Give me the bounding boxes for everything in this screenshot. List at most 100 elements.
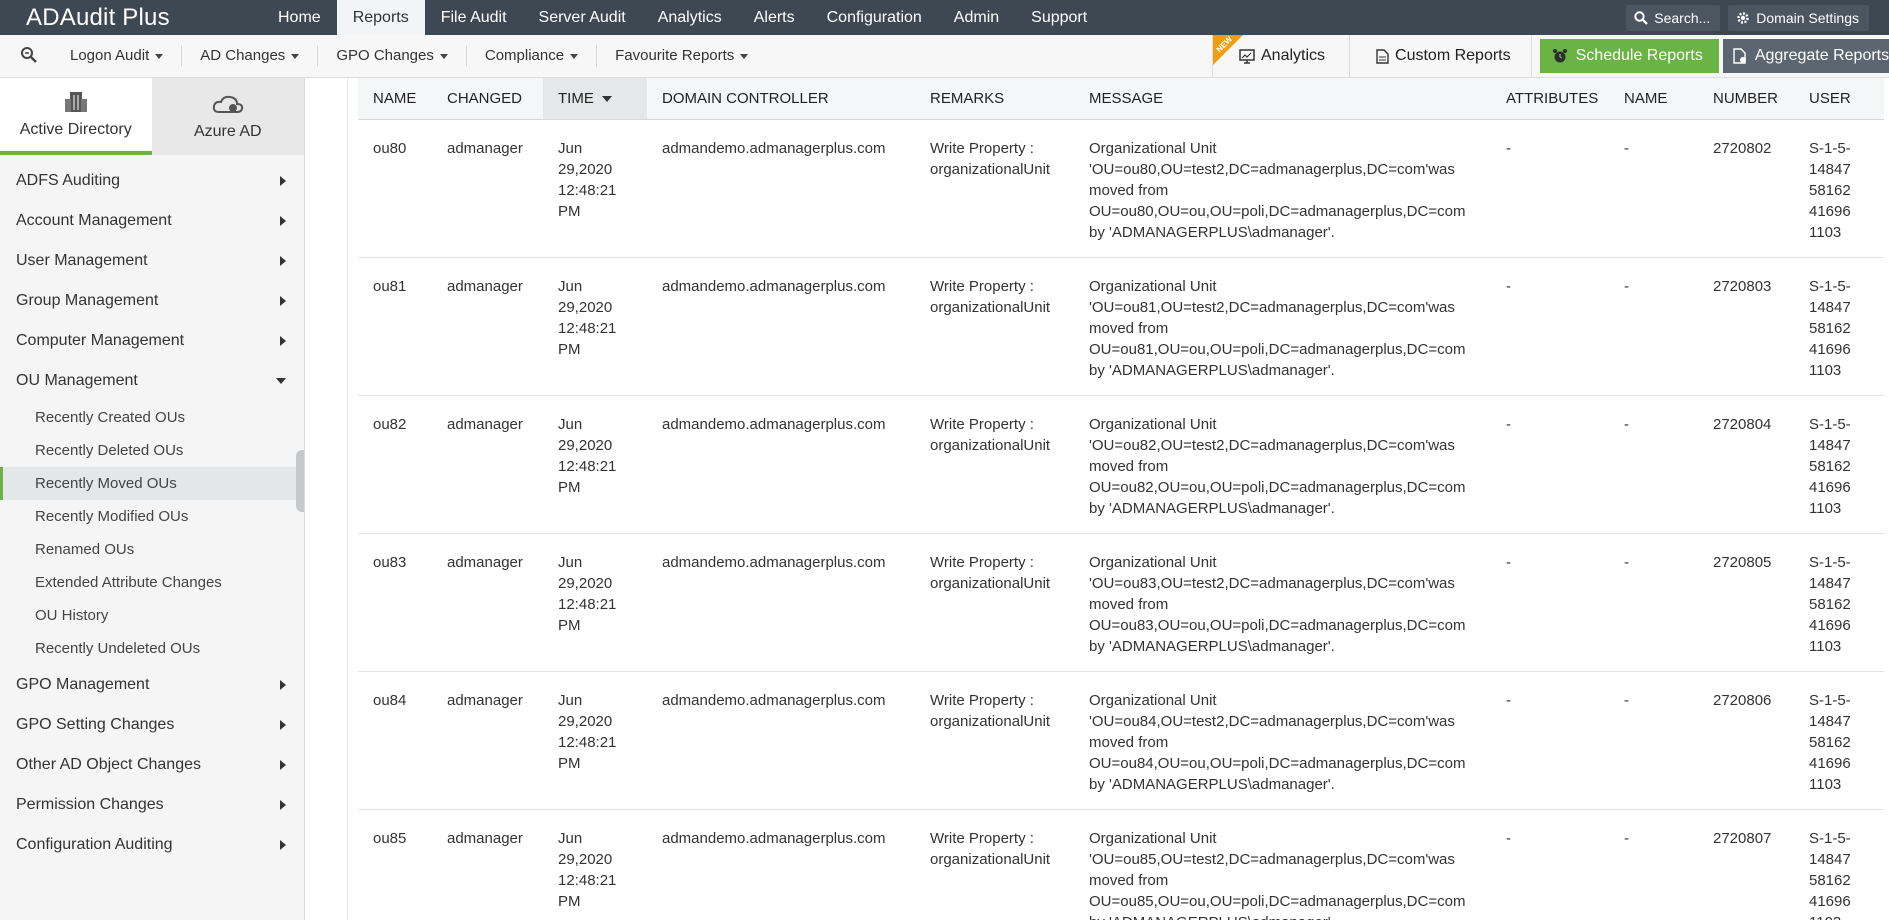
sidebar-item-label: Configuration Auditing bbox=[16, 836, 173, 853]
topnav-support[interactable]: Support bbox=[1015, 0, 1103, 35]
sidebar-subitem-recently-moved-ous[interactable]: Recently Moved OUs bbox=[0, 467, 304, 500]
chevron-right-icon bbox=[280, 760, 286, 770]
sidebar-item-permission-changes[interactable]: Permission Changes bbox=[0, 785, 304, 825]
sidebar-item-gpo-management[interactable]: GPO Management bbox=[0, 665, 304, 705]
topnav-analytics[interactable]: Analytics bbox=[642, 0, 738, 35]
subnav-ad-changes[interactable]: AD Changes bbox=[182, 45, 319, 67]
cell-time-line: 12:48:21 bbox=[558, 871, 617, 889]
sidebar-subitem-recently-deleted-ous[interactable]: Recently Deleted OUs bbox=[0, 434, 304, 467]
column-header-name-2[interactable]: NAME bbox=[1609, 78, 1698, 120]
cell-user-line: 1103 bbox=[1809, 775, 1842, 793]
column-header-message[interactable]: MESSAGE bbox=[1074, 78, 1491, 120]
report-content: NAME CHANGED TIME DOMAIN CONTROLLER REMA… bbox=[305, 78, 1889, 920]
sidebar-subitem-extended-attribute-changes[interactable]: Extended Attribute Changes bbox=[0, 566, 304, 599]
table-row[interactable]: ou84 admanager Jun 29,2020 12:48:21 PM admande… bbox=[358, 671, 1884, 810]
column-header-time[interactable]: TIME bbox=[543, 78, 647, 120]
subbar-right: NEW Analytics Custom Reports Schedule Re… bbox=[1212, 35, 1889, 77]
column-header-changed[interactable]: CHANGED bbox=[432, 78, 543, 120]
topnav-server-audit[interactable]: Server Audit bbox=[523, 0, 642, 35]
analytics-button[interactable]: NEW Analytics bbox=[1212, 35, 1351, 77]
cell-time-line: PM bbox=[558, 478, 581, 496]
topbar-right: Search... Domain Settings bbox=[1626, 5, 1869, 31]
cell-user-line: 14847 bbox=[1809, 298, 1851, 316]
sub-bar: Logon Audit AD Changes GPO Changes Compl… bbox=[0, 35, 1889, 78]
cell-time: Jun 29,2020 12:48:21 PM bbox=[543, 257, 647, 396]
cell-user-line: 1103 bbox=[1809, 361, 1842, 379]
cell-time-line: 29,2020 bbox=[558, 574, 613, 592]
cell-message: Organizational Unit 'OU=ou82,OU=test2,DC=… bbox=[1074, 395, 1491, 534]
cell-domain-controller: admandemo.admanagerplus.com bbox=[647, 119, 915, 258]
table-row[interactable]: ou80 admanager Jun 29,2020 12:48:21 PM admande… bbox=[358, 119, 1884, 258]
cell-user-line: 41696 bbox=[1809, 340, 1851, 358]
subnav-gpo-changes[interactable]: GPO Changes bbox=[318, 45, 467, 67]
cell-attributes: - bbox=[1491, 119, 1609, 258]
report-search-button[interactable] bbox=[20, 46, 38, 69]
sidebar-item-computer-management[interactable]: Computer Management bbox=[0, 321, 304, 361]
cell-name: ou84 bbox=[358, 671, 432, 810]
sidebar-item-gpo-setting-changes[interactable]: GPO Setting Changes bbox=[0, 705, 304, 745]
cell-message-line: OU=ou84,OU=ou,OU=poli,DC=admanagerplus,D… bbox=[1089, 754, 1466, 772]
cell-user-line: 14847 bbox=[1809, 850, 1851, 868]
table-row[interactable]: ou85 admanager Jun 29,2020 12:48:21 PM admande… bbox=[358, 809, 1884, 920]
custom-reports-button[interactable]: Custom Reports bbox=[1350, 35, 1532, 77]
tab-azure-ad[interactable]: Azure AD bbox=[151, 78, 304, 155]
topnav-home[interactable]: Home bbox=[262, 0, 337, 35]
cell-time-line: Jun bbox=[558, 277, 583, 295]
table-row[interactable]: ou82 admanager Jun 29,2020 12:48:21 PM admande… bbox=[358, 395, 1884, 534]
cell-message-line: 'OU=ou80,OU=test2,DC=admanagerplus,DC=co… bbox=[1089, 160, 1455, 178]
sidebar-item-configuration-auditing[interactable]: Configuration Auditing bbox=[0, 825, 304, 865]
cell-message-line: Organizational Unit bbox=[1089, 553, 1217, 571]
sidebar-item-ou-management[interactable]: OU Management bbox=[0, 361, 304, 401]
cell-remarks-line: Write Property : bbox=[930, 691, 1034, 709]
cell-remarks-line: organizationalUnit bbox=[930, 160, 1051, 178]
column-header-attributes[interactable]: ATTRIBUTES bbox=[1491, 78, 1609, 120]
sidebar-subitem-recently-modified-ous[interactable]: Recently Modified OUs bbox=[0, 500, 304, 533]
gear-icon bbox=[1737, 12, 1750, 24]
cell-time: Jun 29,2020 12:48:21 PM bbox=[543, 533, 647, 672]
column-header-user[interactable]: USER bbox=[1794, 78, 1884, 120]
topnav-alerts[interactable]: Alerts bbox=[738, 0, 811, 35]
sidebar-subitem-recently-created-ous[interactable]: Recently Created OUs bbox=[0, 401, 304, 434]
column-header-number[interactable]: NUMBER bbox=[1698, 78, 1794, 120]
topnav-file-audit[interactable]: File Audit bbox=[425, 0, 523, 35]
cell-user: S-1-5- 14847 58162 41696 1103 bbox=[1794, 257, 1884, 396]
sidebar-item-account-management[interactable]: Account Management bbox=[0, 201, 304, 241]
table-row[interactable]: ou81 admanager Jun 29,2020 12:48:21 PM admande… bbox=[358, 257, 1884, 396]
column-header-name[interactable]: NAME bbox=[358, 78, 432, 120]
chevron-right-icon bbox=[280, 296, 286, 306]
topnav-configuration[interactable]: Configuration bbox=[811, 0, 938, 35]
cell-message-line: 'OU=ou82,OU=test2,DC=admanagerplus,DC=co… bbox=[1089, 436, 1455, 454]
sidebar-item-adfs-auditing[interactable]: ADFS Auditing bbox=[0, 161, 304, 201]
column-header-domain-controller[interactable]: DOMAIN CONTROLLER bbox=[647, 78, 915, 120]
sidebar-item-group-management[interactable]: Group Management bbox=[0, 281, 304, 321]
topnav-reports[interactable]: Reports bbox=[336, 0, 425, 35]
sidebar-item-label: GPO Management bbox=[16, 676, 150, 693]
cell-user-line: 1103 bbox=[1809, 499, 1842, 517]
cell-remarks-line: Write Property : bbox=[930, 139, 1034, 157]
sidebar-collapse-handle[interactable] bbox=[296, 450, 304, 512]
sidebar-item-user-management[interactable]: User Management bbox=[0, 241, 304, 281]
topnav-admin[interactable]: Admin bbox=[938, 0, 1015, 35]
search-icon bbox=[1634, 11, 1649, 25]
column-header-remarks[interactable]: REMARKS bbox=[915, 78, 1074, 120]
sidebar-subitem-ou-history[interactable]: OU History bbox=[0, 599, 304, 632]
cell-domain-controller: admandemo.admanagerplus.com bbox=[647, 533, 915, 672]
subnav-favourite-reports[interactable]: Favourite Reports bbox=[597, 45, 766, 67]
app-brand[interactable]: ADAudit Plus bbox=[26, 4, 170, 32]
sidebar-item-other-ad-object-changes[interactable]: Other AD Object Changes bbox=[0, 745, 304, 785]
cell-time-line: 29,2020 bbox=[558, 850, 613, 868]
cell-user: S-1-5- 14847 58162 41696 1103 bbox=[1794, 671, 1884, 810]
subnav-compliance[interactable]: Compliance bbox=[467, 45, 598, 67]
cell-remarks: Write Property : organizationalUnit bbox=[915, 257, 1074, 396]
subnav-logon-audit[interactable]: Logon Audit bbox=[52, 45, 183, 67]
sidebar-subitem-renamed-ous[interactable]: Renamed OUs bbox=[0, 533, 304, 566]
table-row[interactable]: ou83 admanager Jun 29,2020 12:48:21 PM admande… bbox=[358, 533, 1884, 672]
cell-message-line: 'OU=ou85,OU=test2,DC=admanagerplus,DC=co… bbox=[1089, 850, 1455, 868]
domain-settings-button[interactable]: Domain Settings bbox=[1728, 5, 1869, 31]
aggregate-reports-button[interactable]: Aggregate Reports bbox=[1722, 39, 1889, 73]
schedule-reports-button[interactable]: Schedule Reports bbox=[1539, 39, 1719, 73]
cell-message-line: Organizational Unit bbox=[1089, 829, 1217, 847]
global-search-button[interactable]: Search... bbox=[1626, 5, 1721, 31]
tab-active-directory[interactable]: Active Directory bbox=[0, 78, 152, 155]
sidebar-subitem-recently-undeleted-ous[interactable]: Recently Undeleted OUs bbox=[0, 632, 304, 665]
